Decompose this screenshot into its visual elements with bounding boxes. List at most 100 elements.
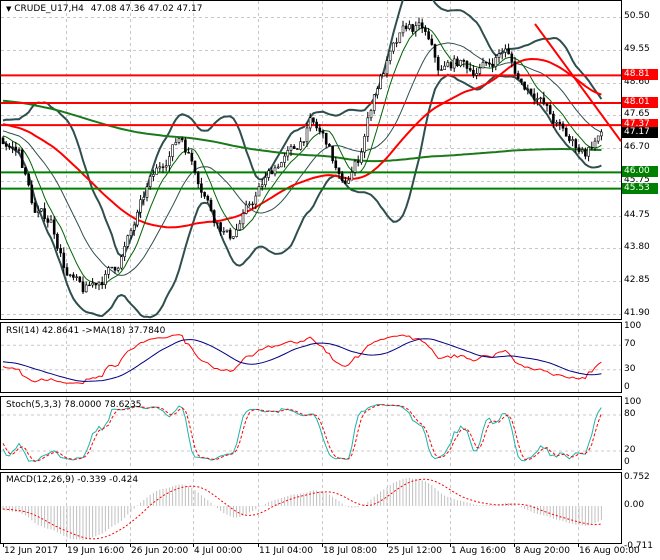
candle-body: [488, 62, 491, 65]
candle-body: [542, 97, 546, 105]
candle-body: [500, 52, 504, 54]
candle-body: [558, 121, 562, 125]
price-tick-label: 50.50: [624, 11, 650, 21]
candle-body: [209, 199, 213, 211]
candle-body: [8, 146, 11, 148]
candle-body: [43, 208, 46, 219]
ohlc-values: 47.08 47.36 47.02 47.17: [90, 4, 203, 14]
candle-body: [462, 60, 466, 62]
candle-body: [136, 211, 139, 226]
macd-title: MACD(12,26,9) -0.339 -0.424: [6, 475, 139, 485]
time-tick-label: 1 Aug 16:00: [451, 546, 506, 556]
candle-body: [91, 282, 94, 286]
candle-body: [337, 167, 341, 175]
level-tag: 45.53: [622, 182, 658, 194]
candle-body: [385, 60, 389, 75]
candle-body: [142, 197, 146, 200]
candle-body: [596, 135, 600, 142]
candle-body: [56, 233, 59, 249]
candle-body: [452, 58, 456, 69]
candle-body: [190, 152, 194, 162]
candle-body: [584, 149, 587, 157]
current-price-tag: 47.17: [622, 126, 658, 138]
candle-body: [536, 98, 539, 100]
candle-body: [126, 235, 130, 247]
candle-body: [177, 138, 181, 143]
candle-body: [446, 62, 450, 67]
rsi-axis-label: 30: [624, 363, 636, 374]
rsi-axis-label: 70: [624, 339, 636, 350]
candle-body: [17, 149, 21, 151]
candle-body: [68, 274, 72, 276]
candle-body: [286, 150, 290, 157]
candle-body: [168, 156, 171, 166]
candle-body: [283, 155, 286, 163]
candle-body: [376, 88, 379, 96]
candle-body: [539, 97, 542, 100]
candle-body: [232, 236, 235, 239]
candle-body: [196, 172, 200, 185]
candle-body: [331, 145, 334, 162]
candle-body: [52, 219, 56, 235]
candle-body: [75, 276, 78, 278]
candle-body: [414, 25, 418, 32]
candle-body: [491, 63, 494, 67]
candle-body: [238, 223, 242, 231]
candle-body: [292, 146, 296, 150]
candle-body: [356, 160, 360, 163]
candle-body: [328, 143, 331, 147]
candle-body: [104, 274, 107, 285]
candle-body: [484, 61, 488, 64]
candle-body: [379, 75, 382, 89]
candle-body: [308, 117, 312, 129]
candle-body: [14, 146, 18, 151]
candle-body: [235, 229, 238, 237]
candle-body: [184, 139, 187, 153]
candle-body: [443, 65, 446, 70]
bollinger-middle: [2, 42, 602, 276]
candle-body: [174, 142, 178, 146]
candle-body: [510, 53, 514, 62]
candle-body: [97, 281, 101, 286]
candle-body: [526, 88, 530, 91]
candle-body: [321, 131, 325, 134]
candle-body: [62, 252, 66, 268]
symbol-label: CRUDE_U17,H4: [14, 4, 84, 14]
candle-body: [475, 73, 478, 76]
candle-body: [340, 173, 344, 182]
candle-body: [132, 224, 136, 231]
candle-body: [312, 117, 315, 123]
candle-body: [299, 141, 302, 150]
macd-axis-label: 0.752: [624, 472, 650, 482]
candle-body: [459, 60, 462, 67]
candle-body: [417, 22, 421, 27]
level-tag: 48.01: [622, 96, 658, 108]
triangle-down-icon[interactable]: ▼: [6, 5, 11, 13]
main-panel-frame: [0, 0, 622, 320]
candle-body: [225, 229, 229, 232]
candle-body: [532, 93, 536, 100]
price-tick-label: 49.55: [624, 43, 650, 54]
candle-body: [593, 140, 597, 149]
candle-body: [40, 208, 43, 212]
candle-body: [545, 103, 549, 106]
candle-body: [72, 274, 75, 278]
candle-body: [81, 281, 85, 293]
candle-body: [344, 180, 347, 184]
candle-body: [11, 146, 14, 149]
candle-body: [427, 31, 430, 40]
time-tick-label: 8 Aug 20:00: [515, 546, 570, 556]
time-tick-label: 4 Jul 00:00: [194, 546, 243, 556]
ma-slow-line: [2, 99, 602, 163]
candle-body: [478, 67, 482, 74]
time-tick-label: 19 Jun 16:00: [67, 546, 125, 556]
candle-body: [561, 123, 565, 129]
candle-body: [248, 203, 251, 206]
candle-body: [430, 38, 434, 45]
chart-header: ▼ CRUDE_U17,H4 47.08 47.36 47.02 47.17: [6, 4, 202, 14]
candle-body: [116, 267, 120, 271]
rsi-axis-label: 0: [624, 382, 630, 392]
price-tick-label: 41.90: [624, 307, 650, 318]
candle-body: [481, 61, 485, 69]
candle-body: [436, 56, 440, 71]
